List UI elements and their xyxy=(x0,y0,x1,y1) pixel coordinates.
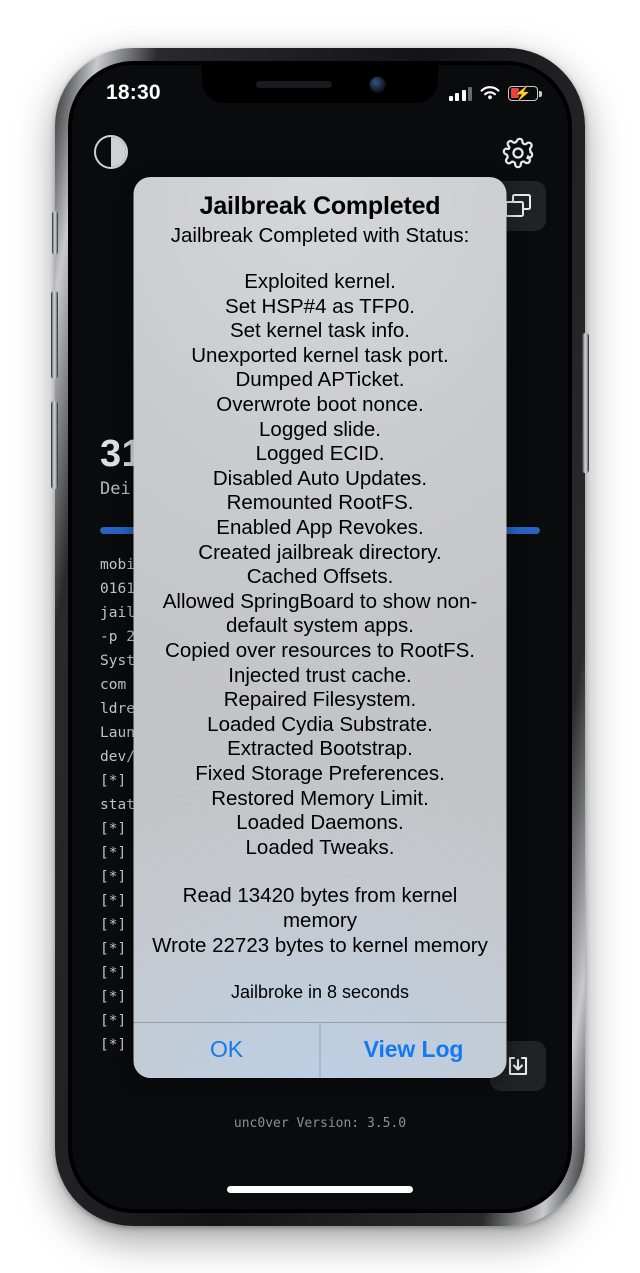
notch xyxy=(202,65,438,103)
dialog-status-line: Loaded Daemons. xyxy=(236,811,404,835)
dialog-status-line: Unexported kernel task port. xyxy=(191,343,449,367)
earpiece-speaker-icon xyxy=(255,80,332,88)
dialog-status-line: Extracted Bootstrap. xyxy=(227,737,413,761)
jailbreak-completed-dialog: Jailbreak Completed Jailbreak Completed … xyxy=(133,177,507,1079)
dialog-spacer xyxy=(150,860,491,884)
ok-button[interactable]: OK xyxy=(134,1023,320,1078)
dialog-status-line: Restored Memory Limit. xyxy=(211,786,429,810)
app-version-label: unc0ver Version: 3.5.0 xyxy=(233,1116,407,1131)
dialog-subtitle: Jailbreak Completed with Status: xyxy=(170,223,470,247)
screenshot-stage: 18:30 ⚡ 31 Dei mobi 0161 jail -p 2 Syst … xyxy=(0,0,640,1273)
half-circle-theme-icon[interactable] xyxy=(94,135,128,169)
dialog-status-line: Dumped APTicket. xyxy=(235,368,405,392)
status-bar-clock: 18:30 xyxy=(106,81,161,104)
dialog-status-line: Injected trust cache. xyxy=(228,663,412,687)
phone-frame: 18:30 ⚡ 31 Dei mobi 0161 jail -p 2 Syst … xyxy=(51,48,589,1226)
dialog-status-line: Set kernel task info. xyxy=(229,319,411,343)
memory-read-line: Read 13420 bytes from kernel memory xyxy=(182,884,458,932)
dialog-status-line: Repaired Filesystem. xyxy=(223,688,417,712)
dialog-status-line: Set HSP#4 as TFP0. xyxy=(225,294,415,318)
dialog-duration: Jailbroke in 8 seconds xyxy=(230,982,410,1003)
dialog-status-line: Remounted RootFS. xyxy=(226,491,414,515)
cellular-bars-icon xyxy=(448,86,472,101)
front-camera-icon xyxy=(369,76,385,92)
dialog-status-line: Fixed Storage Preferences. xyxy=(195,761,445,785)
dialog-status-line: Allowed SpringBoard to show non-default … xyxy=(162,589,478,638)
dialog-status-line: Disabled Auto Updates. xyxy=(212,466,428,490)
dialog-status-line: Exploited kernel. xyxy=(244,270,396,294)
dialog-status-line: Cached Offsets. xyxy=(246,565,394,589)
dialog-title: Jailbreak Completed xyxy=(199,192,441,220)
volume-down-button[interactable] xyxy=(51,401,58,489)
dialog-status-line: Loaded Tweaks. xyxy=(245,835,395,859)
wifi-icon xyxy=(480,86,500,100)
memory-wrote-line: Wrote 22723 bytes to kernel memory xyxy=(152,933,488,957)
dialog-status-line: Copied over resources to RootFS. xyxy=(165,639,475,662)
power-button[interactable] xyxy=(582,333,589,473)
view-log-button[interactable]: View Log xyxy=(319,1023,507,1079)
dialog-memory-stats: Read 13420 bytes from kernel memory Wrot… xyxy=(150,884,491,958)
phone-screen: 18:30 ⚡ 31 Dei mobi 0161 jail -p 2 Syst … xyxy=(72,65,568,1209)
dialog-actions: OK View Log xyxy=(133,1022,507,1079)
dialog-body: Jailbreak Completed Jailbreak Completed … xyxy=(134,177,507,1022)
status-bar-indicators: ⚡ xyxy=(448,85,542,101)
dialog-status-line: Enabled App Revokes. xyxy=(216,516,424,540)
dialog-status-line: Logged slide. xyxy=(259,417,381,441)
dialog-status-line: Loaded Cydia Substrate. xyxy=(207,712,433,736)
dialog-status-lines: Exploited kernel. Set HSP#4 as TFP0. Set k… xyxy=(150,270,491,860)
battery-charging-icon: ⚡ xyxy=(508,85,542,101)
home-indicator[interactable] xyxy=(227,1186,413,1193)
mute-switch-button[interactable] xyxy=(52,211,58,255)
gear-icon[interactable] xyxy=(500,135,536,171)
dialog-status-line: Created jailbreak directory. xyxy=(198,540,442,564)
dialog-status-line: Logged ECID. xyxy=(255,442,385,466)
dialog-status-line: Overwrote boot nonce. xyxy=(216,393,424,417)
volume-up-button[interactable] xyxy=(51,291,58,379)
phone-bezel: 18:30 ⚡ 31 Dei mobi 0161 jail -p 2 Syst … xyxy=(68,61,572,1213)
